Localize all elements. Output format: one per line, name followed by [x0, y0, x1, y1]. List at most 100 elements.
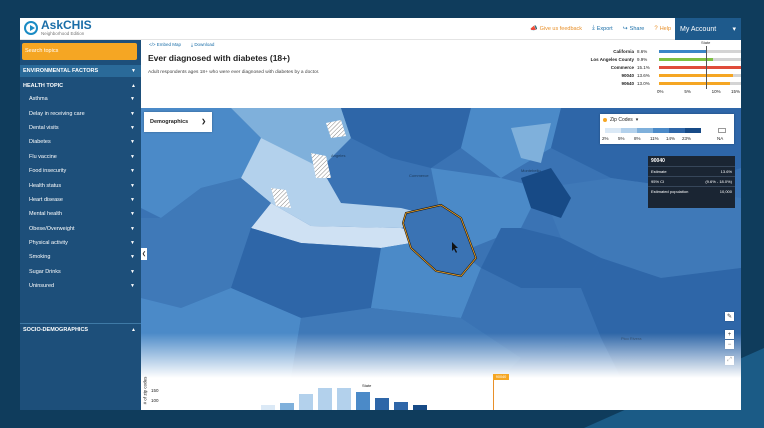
x-tick-label: 0%	[657, 89, 664, 94]
state-reference-label: State	[701, 40, 711, 45]
chevron-down-icon: ▼	[130, 254, 135, 261]
histogram-bar[interactable]	[261, 405, 275, 410]
sidebar-item-sugar-drinks[interactable]: Sugar Drinks ▼	[20, 265, 141, 279]
state-reference-line	[706, 46, 707, 89]
sidebar-item-health-status[interactable]: Health status ▼	[20, 178, 141, 192]
bar-track	[659, 74, 741, 77]
search-topics-input[interactable]: Search topics	[22, 43, 137, 60]
header: AskCHIS Neighborhood Edition 📣 Give us fe…	[20, 18, 741, 40]
demographics-button[interactable]: Demographics ❯	[144, 112, 212, 132]
histogram-y-label: # of zip codes	[142, 376, 148, 405]
bar[interactable]	[659, 50, 706, 53]
bar[interactable]	[659, 82, 731, 85]
histogram-bar[interactable]	[318, 388, 332, 410]
legend-dot-icon	[603, 118, 607, 122]
sidebar-item-mental-health[interactable]: Mental health ▼	[20, 207, 141, 221]
sidebar-item-smoking[interactable]: Smoking ▼	[20, 250, 141, 264]
bar[interactable]	[659, 58, 714, 61]
sidebar-item-obese-overweight[interactable]: Obese/Overweight ▼	[20, 222, 141, 236]
zip-codes-dropdown[interactable]: Zip Codes ▾	[603, 117, 638, 123]
chevron-down-icon: ▼	[131, 68, 136, 74]
bar-value-label: 8.6%	[637, 49, 648, 54]
bar-label: 90040	[621, 73, 634, 78]
chevron-down-icon: ▼	[130, 283, 135, 290]
comparison-bar-chart: California 8.6% Los Angeles County 9.9% Comm…	[531, 40, 741, 102]
bar-label: Commerce	[610, 65, 634, 70]
bar-row: 90640 13.0%	[531, 80, 741, 87]
sidebar-item-heart-disease[interactable]: Heart disease ▼	[20, 193, 141, 207]
histogram-bar[interactable]	[337, 388, 351, 410]
export-link[interactable]: ⤓ Export	[592, 25, 613, 32]
embed-map-link[interactable]: </> Embed Map	[149, 42, 181, 47]
bar-track	[659, 66, 741, 69]
histogram-zip-flag[interactable]: 90040	[493, 374, 509, 380]
sidebar-item-asthma[interactable]: Asthma ▼	[20, 92, 141, 106]
sidebar: Search topics ENVIRONMENTAL FACTORS ▼ HE…	[20, 40, 141, 410]
chevron-down-icon: ▼	[130, 268, 135, 275]
map-label-commerce: Commerce	[409, 173, 429, 178]
legend-tick-label: 5%	[618, 136, 625, 141]
bar-value-label: 9.9%	[637, 57, 648, 62]
bar-row: 90040 13.6%	[531, 72, 741, 79]
sidebar-item-delay-in-care[interactable]: Delay in receiving care ▼	[20, 106, 141, 120]
bar-value-label: 13.6%	[637, 73, 650, 78]
sidebar-item-diabetes[interactable]: Diabetes ▼	[20, 135, 141, 149]
download-link[interactable]: ⤓ Download	[191, 42, 214, 47]
histogram-bar[interactable]	[375, 397, 389, 410]
tooltip-row-estimate: Estimate 13.6%	[648, 166, 735, 176]
histogram-bar[interactable]	[394, 401, 408, 410]
histogram-state-label: State	[362, 383, 372, 388]
download-icon: ⤓	[592, 25, 595, 31]
share-icon: ↪	[622, 26, 628, 32]
chevron-down-icon: ▼	[130, 153, 135, 160]
tooltip-row-ci: 95% CI (9.6% - 18.0%)	[648, 176, 735, 186]
pencil-icon[interactable]: ✎	[725, 312, 734, 321]
map-label-angeles: Angeles	[331, 153, 346, 158]
caret-down-icon: ▾	[635, 117, 639, 123]
health-topic-section[interactable]: HEALTH TOPIC ▲	[20, 80, 141, 91]
sidebar-item-flu-vaccine[interactable]: Flu vaccine ▼	[20, 150, 141, 164]
sidebar-item-food-insecurity[interactable]: Food insecurity ▼	[20, 164, 141, 178]
app-window: AskCHIS Neighborhood Edition 📣 Give us fe…	[20, 18, 741, 410]
zip-tooltip: 90040 Estimate 13.6% 95% CI (9.6% - 18.0%)…	[648, 156, 735, 208]
histogram-bar[interactable]	[280, 402, 294, 410]
legend-tick-label: 23%	[682, 136, 692, 141]
chevron-down-icon: ▼	[130, 225, 135, 232]
histogram-bar[interactable]	[356, 391, 370, 410]
distribution-histogram: # of zip codes 150 100 State 90040	[141, 374, 741, 410]
sidebar-item-uninsured[interactable]: Uninsured ▼	[20, 279, 141, 293]
legend-swatch	[605, 128, 621, 133]
chevron-down-icon: ▼	[130, 96, 135, 103]
play-logo-icon	[24, 20, 38, 35]
histogram-ytick-150: 150	[151, 388, 159, 393]
map-label-montebello: Montebello	[521, 168, 541, 173]
bar[interactable]	[659, 74, 734, 77]
chevron-down-icon: ▼	[130, 168, 135, 175]
share-link[interactable]: ↪ Share	[622, 25, 645, 33]
help-icon: ?	[654, 25, 658, 32]
environmental-factors-section[interactable]: ENVIRONMENTAL FACTORS ▼	[20, 65, 141, 77]
sidebar-item-physical-activity[interactable]: Physical activity ▼	[20, 236, 141, 250]
tooltip-zip: 90040	[651, 158, 665, 164]
main-content: </> Embed Map ⤓ Download Ever diagnosed …	[141, 40, 741, 410]
bar-row: Commerce 15.1%	[531, 64, 741, 71]
legend-na-swatch	[718, 128, 726, 133]
sidebar-item-dental-visits[interactable]: Dental visits ▼	[20, 121, 141, 135]
logo[interactable]: AskCHIS Neighborhood Edition	[24, 19, 92, 37]
my-account-button[interactable]: My Account ▾	[675, 18, 741, 40]
socio-demographics-section[interactable]: SOCIO-DEMOGRAPHICS ▲	[20, 323, 141, 335]
choropleth-map[interactable]: Angeles Commerce Pico Rivera Montebello …	[141, 108, 741, 378]
histogram-bar[interactable]	[299, 394, 313, 410]
feedback-link[interactable]: 📣 Give us feedback	[530, 25, 582, 33]
bar[interactable]	[659, 66, 741, 69]
health-topic-list: Asthma ▼ Delay in receiving care ▼ Dental …	[20, 92, 141, 293]
collapse-panel-icon[interactable]: ❮	[141, 248, 147, 260]
bar-track	[659, 82, 741, 85]
legend-tick-label: 11%	[650, 136, 659, 141]
bar-value-label: 15.1%	[637, 65, 650, 70]
legend-tick-label: 8%	[634, 136, 641, 141]
app-name: AskCHIS	[41, 18, 92, 32]
legend-swatch	[637, 128, 653, 133]
help-link[interactable]: ? Help	[654, 25, 671, 32]
histogram-bar[interactable]	[413, 404, 427, 410]
